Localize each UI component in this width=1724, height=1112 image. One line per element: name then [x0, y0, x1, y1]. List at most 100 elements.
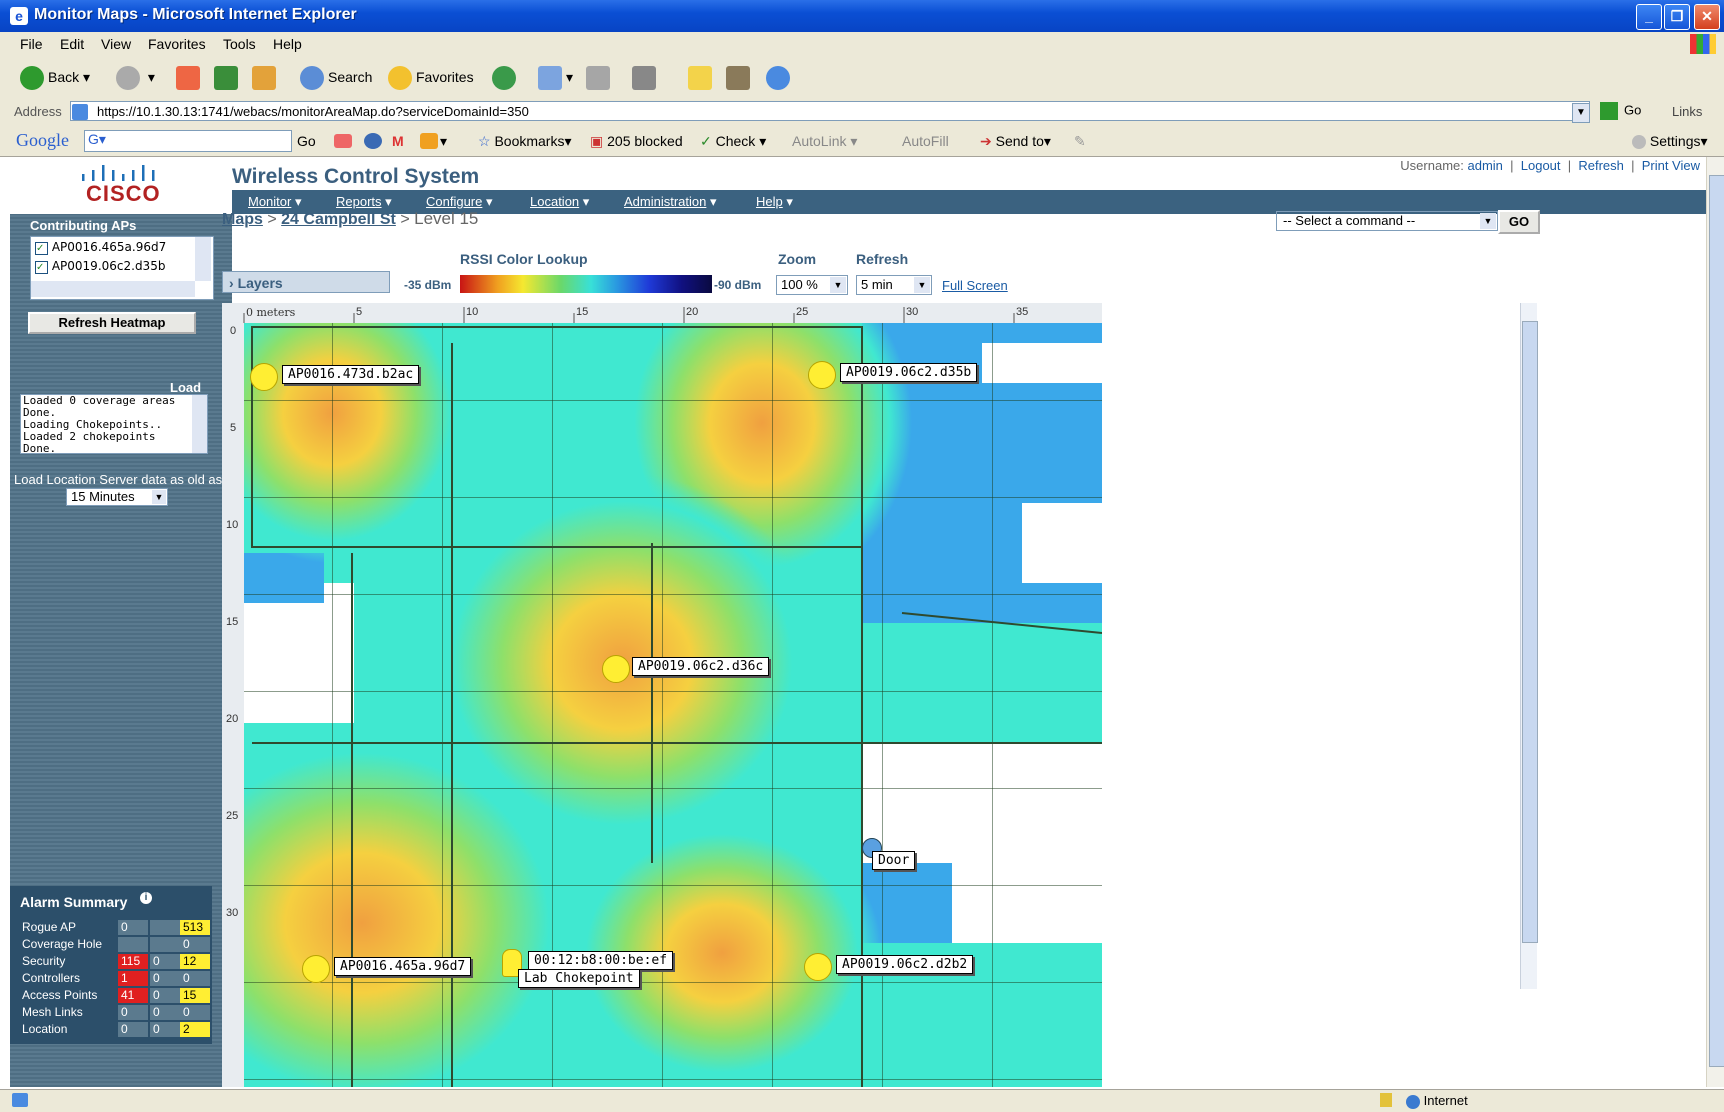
popup-icon[interactable]: [334, 134, 352, 148]
autofill-button[interactable]: AutoFill: [902, 133, 949, 149]
messenger-button[interactable]: [766, 64, 794, 91]
list-vertical-scrollbar[interactable]: [195, 237, 211, 281]
checkbox-checked-icon[interactable]: ✓: [35, 242, 48, 255]
menu-favorites[interactable]: Favorites: [148, 36, 206, 52]
menu-tools[interactable]: Tools: [223, 36, 256, 52]
alarm-count-critical[interactable]: 41: [118, 988, 148, 1003]
refresh-interval-select[interactable]: 5 min ▼: [856, 275, 932, 295]
alarm-count-minor[interactable]: 0: [180, 937, 210, 952]
alarm-count-major[interactable]: 0: [150, 1022, 180, 1037]
alarm-count-critical[interactable]: 0: [118, 1005, 148, 1020]
access-point-icon[interactable]: [602, 655, 630, 683]
bookmarks-menu[interactable]: ☆ Bookmarks▾: [478, 133, 572, 150]
forward-button[interactable]: ▾: [116, 64, 155, 91]
google-go-button[interactable]: Go: [297, 133, 316, 149]
popup-blocker[interactable]: ▣ 205 blocked: [590, 133, 683, 150]
alarm-count-major[interactable]: 0: [150, 988, 180, 1003]
ap-label[interactable]: AP0019.06c2.d36c: [632, 657, 770, 676]
history-button[interactable]: [492, 64, 520, 91]
alarm-count-minor[interactable]: 15: [180, 988, 210, 1003]
links-label[interactable]: Links: [1672, 104, 1702, 119]
search-button[interactable]: Search: [300, 64, 372, 91]
minimize-button[interactable]: _: [1636, 4, 1662, 30]
alarm-count-minor[interactable]: 0: [180, 971, 210, 986]
alarm-count-minor[interactable]: 2: [180, 1022, 210, 1037]
alarm-count-critical[interactable]: [118, 937, 148, 952]
google-search-input[interactable]: G▾: [84, 130, 292, 152]
alarm-count-major[interactable]: [150, 920, 180, 935]
refresh-browser-button[interactable]: [214, 64, 242, 91]
ap-label[interactable]: AP0016.465a.96d7: [334, 957, 472, 976]
autolink-button[interactable]: AutoLink ▾: [792, 133, 857, 150]
alarm-row[interactable]: Mesh Links 0 0 0: [22, 1005, 212, 1022]
google-settings-button[interactable]: Settings▾: [1632, 133, 1708, 150]
alarm-row[interactable]: Location 0 0 2: [22, 1022, 212, 1039]
username-link[interactable]: admin: [1468, 158, 1503, 173]
map-scroll-thumb[interactable]: [1522, 321, 1538, 943]
address-input[interactable]: https://10.1.30.13:1741/webacs/monitorAr…: [70, 101, 1590, 121]
list-horizontal-scrollbar[interactable]: [31, 281, 195, 297]
back-button[interactable]: Back ▾: [20, 64, 90, 91]
breadcrumb-maps-link[interactable]: Maps: [222, 211, 263, 228]
chokepoint-name-label[interactable]: Lab Chokepoint: [518, 969, 640, 988]
access-point-icon[interactable]: [808, 361, 836, 389]
nav-administration[interactable]: Administration ▾: [624, 194, 717, 210]
home-button[interactable]: [252, 64, 280, 91]
alarm-row[interactable]: Controllers 1 0 0: [22, 971, 212, 988]
page-vertical-scrollbar[interactable]: [1706, 157, 1724, 1087]
nav-help[interactable]: Help ▾: [756, 194, 793, 210]
map-vertical-scrollbar[interactable]: [1520, 303, 1538, 989]
command-go-button[interactable]: GO: [1498, 210, 1540, 234]
nav-location[interactable]: Location ▾: [530, 194, 589, 210]
access-point-icon[interactable]: [250, 363, 278, 391]
refresh-link[interactable]: Refresh: [1578, 158, 1624, 173]
menu-file[interactable]: File: [20, 36, 43, 52]
alarm-row[interactable]: Security 115 0 12: [22, 954, 212, 971]
command-select[interactable]: -- Select a command -- ▼: [1276, 211, 1498, 231]
menu-view[interactable]: View: [101, 36, 131, 52]
alarm-row[interactable]: Coverage Hole 0: [22, 937, 212, 954]
alarm-count-major[interactable]: [150, 937, 180, 952]
blogger-icon[interactable]: [420, 133, 438, 149]
alarm-row[interactable]: Rogue AP 0 513: [22, 920, 212, 937]
alarm-row[interactable]: Access Points 41 0 15: [22, 988, 212, 1005]
nav-reports[interactable]: Reports ▾: [336, 194, 392, 210]
refresh-heatmap-button[interactable]: Refresh Heatmap: [28, 312, 196, 334]
ap-label[interactable]: AP0019.06c2.d2b2: [836, 955, 974, 974]
ap-checkbox-item[interactable]: ✓ AP0016.465a.96d7: [35, 240, 166, 255]
nav-monitor[interactable]: Monitor ▾: [248, 194, 302, 210]
log-scrollbar[interactable]: [192, 395, 207, 453]
stop-button[interactable]: [176, 64, 204, 91]
favorites-button[interactable]: Favorites: [388, 64, 474, 91]
ap-label[interactable]: AP0019.06c2.d35b: [840, 363, 978, 382]
edit-button[interactable]: [632, 64, 660, 91]
alarm-count-critical[interactable]: 1: [118, 971, 148, 986]
send-to-button[interactable]: ➔ Send to▾: [980, 133, 1051, 150]
alarm-count-major[interactable]: 0: [150, 971, 180, 986]
access-point-icon[interactable]: [302, 955, 330, 983]
chokepoint-mac-label[interactable]: 00:12:b8:00:be:ef: [528, 951, 674, 970]
breadcrumb-building-link[interactable]: 24 Campbell St: [281, 211, 396, 228]
access-point-icon[interactable]: [804, 953, 832, 981]
door-label[interactable]: Door: [872, 851, 916, 870]
alarm-count-critical[interactable]: 115: [118, 954, 148, 969]
floor-map[interactable]: 0 meters 5 10 15 20 25 30 35 0 5 10 15 2…: [222, 303, 1102, 1087]
maximize-button[interactable]: ❐: [1664, 4, 1690, 30]
go-button[interactable]: Go: [1600, 102, 1641, 120]
gmail-icon[interactable]: M: [392, 133, 404, 149]
globe-icon[interactable]: [364, 133, 382, 149]
alarm-count-major[interactable]: 0: [150, 1005, 180, 1020]
logout-link[interactable]: Logout: [1521, 158, 1561, 173]
nav-configure[interactable]: Configure ▾: [426, 194, 493, 210]
address-dropdown-icon[interactable]: ▼: [1572, 103, 1590, 123]
menu-edit[interactable]: Edit: [60, 36, 84, 52]
alarm-count-critical[interactable]: 0: [118, 1022, 148, 1037]
research-button[interactable]: [726, 64, 754, 91]
zoom-select[interactable]: 100 % ▼: [776, 275, 848, 295]
alarm-count-minor[interactable]: 0: [180, 1005, 210, 1020]
page-scroll-thumb[interactable]: [1709, 175, 1724, 1067]
info-icon[interactable]: i: [140, 892, 152, 904]
print-button[interactable]: [586, 64, 614, 91]
print-view-link[interactable]: Print View: [1642, 158, 1700, 173]
checkbox-checked-icon[interactable]: ✓: [35, 261, 48, 274]
